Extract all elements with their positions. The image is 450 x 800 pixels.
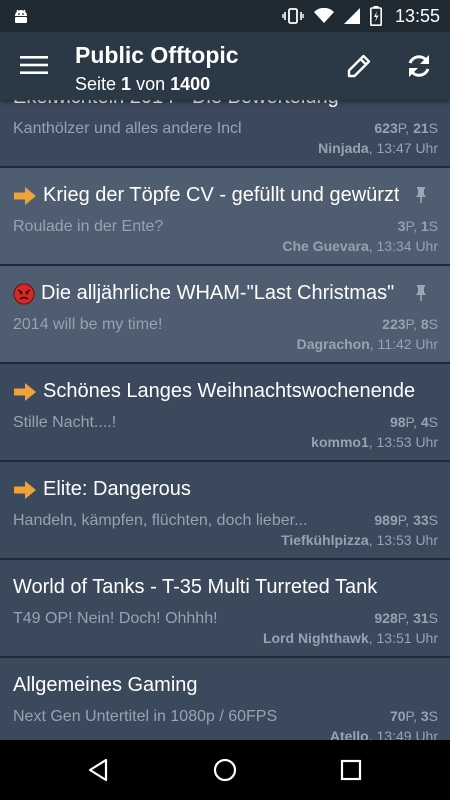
thread-title: Elite: Dangerous [13,478,423,501]
thread-subtitle: Kanthölzer und alles andere Incl [13,120,242,137]
thread-title: Ekelwichteln 2014 - Die Bewertelung [13,100,423,109]
edit-icon[interactable] [344,51,374,86]
thread-counts: 223P, 8S [382,316,438,332]
thread-last-post: Lord Nighthawk, 13:51 Uhr [262,630,438,646]
android-icon [12,7,30,30]
vibrate-icon [282,7,304,30]
thread-list[interactable]: Ekelwichteln 2014 - Die Bewertelung Kant… [0,100,450,740]
clock: 13:55 [394,6,440,26]
recents-icon[interactable] [338,757,364,788]
thread-title: Allgemeines Gaming [13,674,198,696]
thread-subtitle: T49 OP! Nein! Doch! Ohhhh! [13,610,218,627]
wifi-icon [314,7,334,29]
thread-subtitle: Stille Nacht....! [13,414,117,431]
signal-icon [344,8,360,29]
thread-title: Schönes Langes Weihnachtswochenende [13,380,423,403]
back-icon[interactable] [86,757,112,788]
thread-counts: 98P, 4S [389,414,438,430]
thread-counts: 989P, 33S [374,512,438,528]
arrow-right-icon [13,186,37,206]
thread-title: Die alljährliche WHAM-"Last Christmas" [13,282,403,305]
pin-icon [414,284,428,307]
thread-row[interactable]: Allgemeines Gaming Next Gen Untertitel i… [0,658,450,740]
thread-subtitle: Handeln, kämpfen, flüchten, doch lieber.… [13,512,308,529]
menu-icon[interactable] [20,54,48,81]
thread-row[interactable]: Ekelwichteln 2014 - Die Bewertelung Kant… [0,100,450,168]
navigation-bar [0,740,450,800]
thread-last-post: Tiefkühlpizza, 13:53 Uhr [281,532,438,548]
thread-last-post: Atello, 13:49 Uhr [329,728,438,740]
page-indicator: Seite 1 von 1400 [75,74,210,95]
thread-counts: 623P, 21S [374,120,438,136]
total-pages: 1400 [170,74,211,94]
page-indicator-mid: von [136,74,166,94]
app-bar: Public Offtopic Seite 1 von 1400 [0,32,450,100]
thread-subtitle: 2014 will be my time! [13,316,163,333]
thread-last-post: Ninjada, 13:47 Uhr [318,140,438,156]
home-icon[interactable] [212,757,238,788]
thread-last-post: kommo1, 13:53 Uhr [311,434,438,450]
arrow-right-icon [13,480,37,500]
page-indicator-prefix: Seite [75,74,117,94]
thread-title: World of Tanks - T-35 Multi Turreted Tan… [13,576,378,598]
thread-counts: 70P, 3S [389,708,438,724]
status-bar: 13:55 [0,0,450,32]
thread-row[interactable]: Schönes Langes Weihnachtswochenende Stil… [0,364,450,462]
thread-title: Krieg der Töpfe CV - gefüllt und gewürzt [13,184,403,207]
thread-counts: 3P, 1S [397,218,438,234]
thread-last-post: Che Guevara, 13:34 Uhr [282,238,438,254]
current-page: 1 [121,74,132,94]
arrow-right-icon [13,382,37,402]
page-title: Public Offtopic [75,42,239,68]
thread-row[interactable]: Elite: Dangerous Handeln, kämpfen, flüch… [0,462,450,560]
thread-row[interactable]: Die alljährliche WHAM-"Last Christmas" 2… [0,266,450,364]
thread-subtitle: Next Gen Untertitel in 1080p / 60FPS [13,708,278,725]
thread-subtitle: Roulade in der Ente? [13,218,164,235]
thread-row[interactable]: Krieg der Töpfe CV - gefüllt und gewürzt… [0,168,450,266]
pin-icon [414,186,428,209]
battery-icon [370,6,382,31]
angry-face-icon [13,282,35,305]
thread-counts: 928P, 31S [374,610,438,626]
thread-row[interactable]: World of Tanks - T-35 Multi Turreted Tan… [0,560,450,658]
refresh-icon[interactable] [404,51,434,86]
thread-last-post: Dagrachon, 11:42 Uhr [296,336,438,352]
